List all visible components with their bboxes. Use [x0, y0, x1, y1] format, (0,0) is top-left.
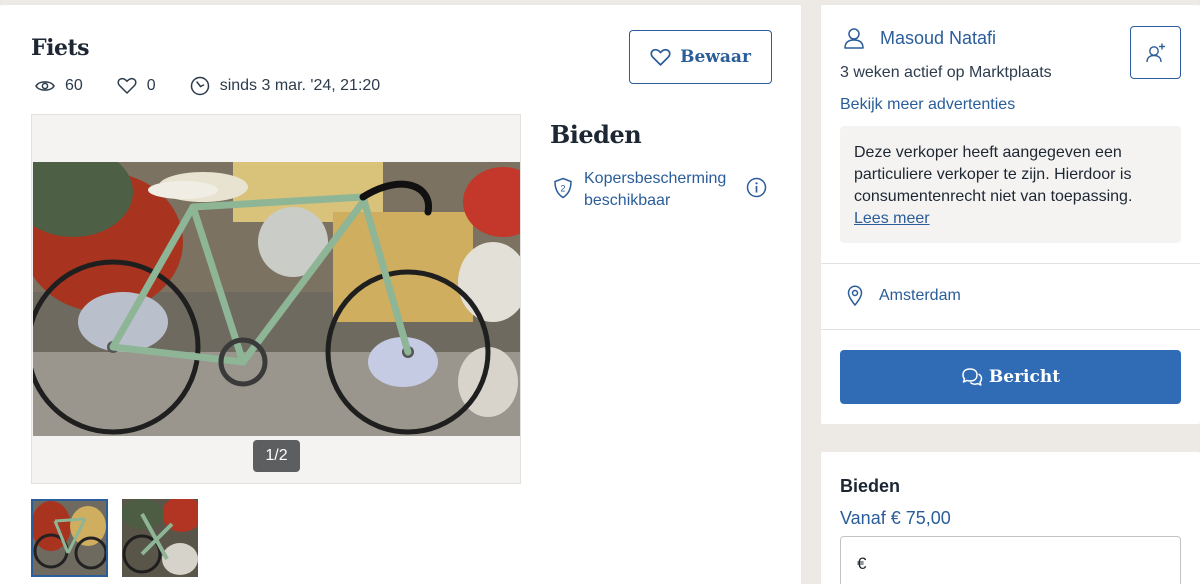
photo-counter: 1/2 [253, 440, 300, 472]
chat-icon [962, 368, 983, 386]
views-stat: 60 [35, 77, 83, 95]
more-ads-link[interactable]: Bekijk meer advertenties [840, 96, 1015, 114]
shield-icon: 2 [554, 177, 572, 199]
save-button[interactable]: Bewaar [629, 30, 772, 84]
notice-text: Deze verkoper heeft aangegeven een parti… [854, 144, 1133, 205]
date-stat: sinds 3 mar. '24, 21:20 [190, 76, 380, 96]
seller-active-since: 3 weken actief op Marktplaats [840, 64, 1052, 81]
divider [821, 329, 1200, 330]
currency-symbol: € [857, 554, 867, 573]
favorites-count: 0 [146, 77, 156, 94]
photo-thumbnail[interactable] [122, 499, 198, 577]
message-button-label: Bericht [988, 367, 1061, 387]
seller-name-link[interactable]: Masoud Natafi [843, 27, 996, 49]
bid-card-title: Bieden [840, 476, 901, 496]
bid-amount-field[interactable]: € [840, 536, 1181, 584]
seller-location[interactable]: Amsterdam [847, 285, 961, 306]
bid-minimum: Vanaf € 75,00 [840, 508, 951, 528]
buyer-protection-label: Kopersbescherming beschikbaar [584, 170, 727, 209]
seller-card: Masoud Natafi 3 weken actief op Marktpla… [821, 5, 1200, 424]
seller-name: Masoud Natafi [880, 27, 997, 48]
message-button[interactable]: Bericht [840, 350, 1181, 404]
follow-seller-button[interactable] [1130, 26, 1181, 79]
user-icon [844, 28, 864, 49]
views-count: 60 [65, 77, 83, 94]
info-icon[interactable] [746, 177, 767, 198]
buyer-protection[interactable]: 2 Kopersbescherming beschikbaar [553, 168, 773, 212]
main-photo[interactable] [33, 162, 520, 436]
bidding-title: Bieden [550, 120, 642, 149]
listing-title: Fiets [31, 35, 90, 61]
location-label: Amsterdam [879, 286, 961, 304]
eye-icon [35, 81, 55, 91]
user-add-icon [1145, 43, 1165, 62]
posted-date: sinds 3 mar. '24, 21:20 [219, 77, 381, 94]
favorites-stat: 0 [117, 77, 156, 95]
divider [821, 263, 1200, 264]
svg-text:2: 2 [560, 184, 565, 194]
heart-icon [117, 77, 137, 94]
bid-amount-input[interactable] [874, 554, 1155, 574]
save-button-label: Bewaar [680, 47, 751, 67]
location-pin-icon [847, 285, 863, 306]
clock-icon [190, 76, 209, 96]
read-more-link[interactable]: Lees meer [854, 210, 930, 227]
listing-stats: 60 0 sinds 3 mar. '24, 21:20 [35, 76, 414, 96]
bicycle-photo [33, 162, 520, 436]
thumbnail-image [33, 501, 106, 575]
heart-icon [650, 48, 671, 66]
photo-thumbnail[interactable] [31, 499, 108, 577]
photo-gallery[interactable]: 1/2 [31, 114, 521, 484]
private-seller-notice: Deze verkoper heeft aangegeven een parti… [840, 126, 1181, 243]
bid-card: Bieden Vanaf € 75,00 € [821, 452, 1200, 584]
thumbnail-image [122, 499, 198, 577]
listing-card: Fiets 60 0 sinds 3 mar. '24, 21:20 Bewaa… [0, 5, 801, 584]
